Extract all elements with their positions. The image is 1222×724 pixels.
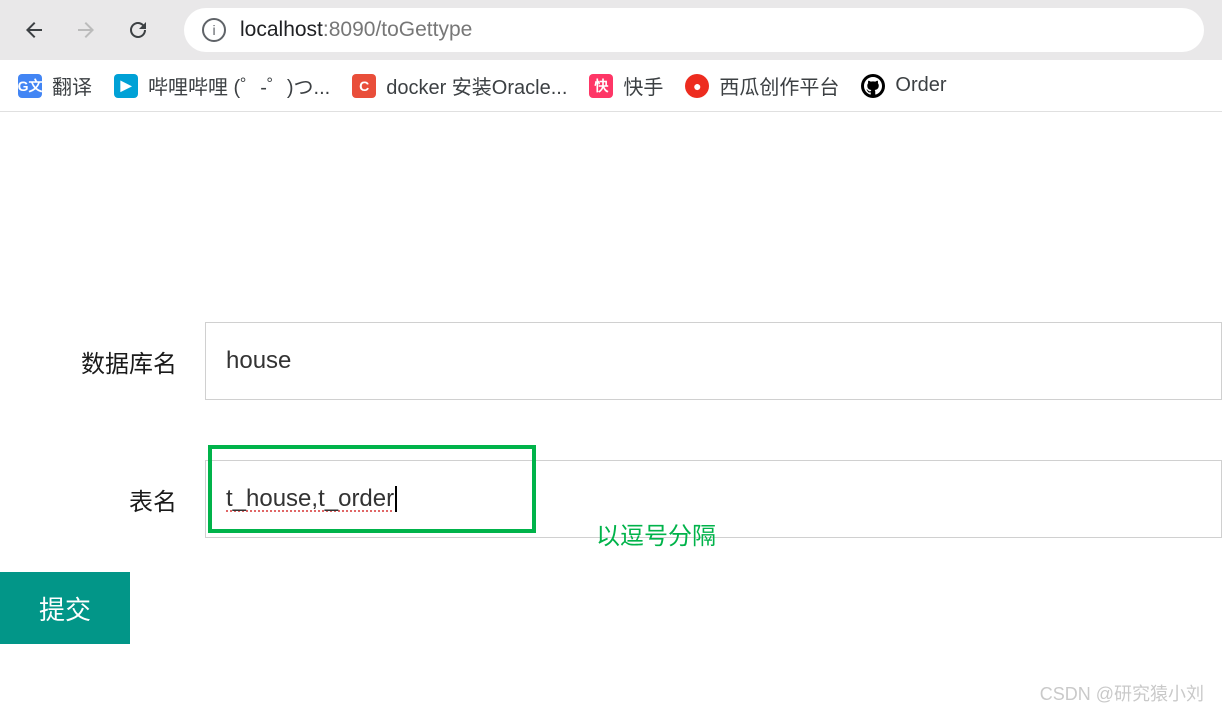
table-label: 表名 — [0, 482, 205, 517]
bookmark-label: 哔哩哔哩 (゜-゜)つ... — [148, 71, 330, 100]
bookmark-label: 西瓜创作平台 — [719, 71, 839, 100]
text-cursor-icon — [395, 486, 397, 512]
bookmark-xigua[interactable]: ● 西瓜创作平台 — [685, 71, 839, 100]
bookmark-bilibili[interactable]: ▶ 哔哩哔哩 (゜-゜)つ... — [114, 71, 330, 100]
bookmark-label: 翻译 — [52, 71, 92, 100]
bookmark-order[interactable]: Order — [861, 74, 946, 98]
page-content: 数据库名 表名 t_house,t_order 以逗号分隔 — [0, 112, 1222, 538]
db-row: 数据库名 — [0, 322, 1222, 400]
info-icon: i — [202, 18, 226, 42]
back-button[interactable] — [18, 14, 50, 46]
bookmark-label: docker 安装Oracle... — [386, 71, 567, 100]
db-input[interactable] — [205, 322, 1222, 400]
watermark: CSDN @研究猿小刘 — [1040, 680, 1204, 706]
bookmark-translate[interactable]: G文 翻译 — [18, 71, 92, 100]
bookmark-kuaishou[interactable]: 快 快手 — [589, 71, 663, 100]
browser-toolbar: i localhost:8090/toGettype — [0, 0, 1222, 60]
url-host: localhost — [240, 18, 323, 42]
csdn-icon: C — [352, 74, 376, 98]
reload-button[interactable] — [122, 14, 154, 46]
kuaishou-icon: 快 — [589, 74, 613, 98]
db-label: 数据库名 — [0, 344, 205, 379]
xigua-icon: ● — [685, 74, 709, 98]
bookmark-docker-oracle[interactable]: C docker 安装Oracle... — [352, 71, 567, 100]
github-icon — [861, 74, 885, 98]
annotation-hint: 以逗号分隔 — [596, 516, 716, 551]
forward-button[interactable] — [70, 14, 102, 46]
table-input-text: t_house,t_order — [226, 485, 394, 513]
address-bar[interactable]: i localhost:8090/toGettype — [184, 8, 1204, 52]
bookmark-label: Order — [895, 74, 946, 97]
url-rest: :8090/toGettype — [323, 18, 472, 42]
bookmark-label: 快手 — [623, 71, 663, 100]
bilibili-icon: ▶ — [114, 74, 138, 98]
google-translate-icon: G文 — [18, 74, 42, 98]
submit-button[interactable]: 提交 — [0, 572, 130, 644]
bookmarks-bar: G文 翻译 ▶ 哔哩哔哩 (゜-゜)つ... C docker 安装Oracle… — [0, 60, 1222, 112]
